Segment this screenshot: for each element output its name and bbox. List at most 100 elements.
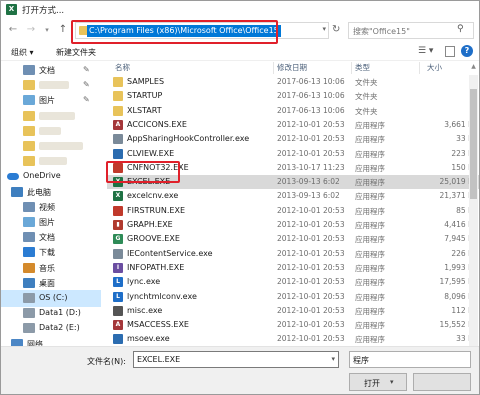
file-date: 2017-06-13 10:06 [277,105,345,115]
file-row[interactable]: misc.exe 2012-10-01 20:53 应用程序 112 K [107,304,479,318]
music-folder-icon [23,262,35,273]
file-row[interactable]: G GROOVE.EXE 2012-10-01 20:53 应用程序 7,945 K [107,232,479,246]
redacted-label [39,81,69,90]
sidebar-item[interactable]: 网络 [1,336,101,346]
column-divider[interactable] [419,62,420,74]
file-row[interactable]: SAMPLES 2017-06-13 10:06 文件夹 [107,75,479,89]
column-divider[interactable] [273,62,274,74]
folder-icon [23,141,35,151]
forward-arrow-icon[interactable]: → [25,24,37,36]
column-header-type[interactable]: 类型 [355,62,370,75]
network-icon [11,338,23,346]
open-button[interactable]: 打开 ▾ [349,373,407,391]
file-row[interactable]: I INFOPATH.EXE 2012-10-01 20:53 应用程序 1,993 K [107,261,479,275]
filename-field[interactable]: EXCEL.EXE ▾ [133,351,339,368]
file-row[interactable]: ▮ GRAPH.EXE 2012-10-01 20:53 应用程序 4,416 K [107,218,479,232]
chevron-down-icon[interactable]: ▾ [390,378,394,386]
file-row[interactable]: X EXCEL.EXE 2013-09-13 6:02 应用程序 25,019 K [107,175,479,189]
sidebar-item-label: 音乐 [39,263,55,273]
file-type-value: 程序 [353,356,369,365]
file-date: 2013-10-17 11:23 [277,162,345,172]
filename-value[interactable]: EXCEL.EXE [137,355,180,364]
file-row[interactable]: IEContentService.exe 2012-10-01 20:53 应用程序… [107,247,479,261]
file-row[interactable]: CNFNOT32.EXE 2013-10-17 11:23 应用程序 150 K [107,161,479,175]
sidebar-item-label: 网络 [27,339,43,346]
chevron-down-icon[interactable]: ▾ [331,355,335,363]
file-name: AppSharingHookController.exe [127,134,250,144]
column-header-date[interactable]: 修改日期 [277,62,307,75]
file-row[interactable]: A MSACCESS.EXE 2012-10-01 20:53 应用程序 15,552 … [107,318,479,332]
file-row[interactable]: Xexcelcnv.exe 2013-09-13 6:02 应用程序 21,371 K [107,189,479,203]
up-arrow-icon[interactable]: ↑ [57,24,69,36]
column-divider[interactable] [351,62,352,74]
file-date: 2017-06-13 10:06 [277,77,345,86]
file-type-select[interactable]: 程序 [349,351,471,368]
videos-folder-icon [23,201,35,212]
file-date: 2012-10-01 20:53 [277,205,345,215]
file-date: 2012-10-01 20:53 [277,277,345,287]
recent-locations-chevron-icon[interactable]: ▾ [41,24,53,36]
folder-icon [113,105,123,116]
file-row[interactable]: CLVIEW.EXE 2012-10-01 20:53 应用程序 223 K [107,147,479,161]
dialog-footer: 文件名(N): EXCEL.EXE ▾ 程序 打开 ▾ [1,346,479,394]
folder-icon [23,110,35,121]
scroll-up-arrow-icon[interactable]: ▲ [469,63,478,73]
column-header-name[interactable]: 名称 [115,62,130,75]
navigation-pane: 文档 ✎ ✎ 图片 ✎ OneDrive 此电脑 视频 图片 文档 下载 音乐 桌面 OS (C:) Dat… [1,62,101,346]
folder-icon [23,80,35,91]
pin-icon[interactable]: ✎ [83,95,90,104]
groove-icon: G [113,234,123,245]
sidebar-item-label: Data2 (E:) [39,323,80,333]
file-row[interactable]: Llynchtmlconv.exe 2012-10-01 20:53 应用程序 8,0… [107,290,479,304]
file-size: 17,595 K [439,277,473,287]
column-header-size[interactable]: 大小 [427,62,442,75]
back-arrow-icon[interactable]: ← [7,24,19,36]
file-date: 2012-10-01 20:53 [277,234,345,244]
preview-pane-icon[interactable] [445,46,455,57]
organize-button[interactable]: 组织 ▾ [11,47,34,58]
file-type: 文件夹 [355,106,378,116]
file-type: 应用程序 [355,178,385,188]
scrollbar-thumb[interactable] [470,89,477,199]
file-row[interactable]: AppSharingHookController.exe 2012-10-01 2… [107,132,479,146]
file-row[interactable]: STARTUP 2017-06-13 10:06 文件夹 [107,89,479,103]
file-row[interactable]: A ACCICONS.EXE 2012-10-01 20:53 应用程序 3,661 K [107,118,479,132]
sidebar-item-label: 桌面 [39,278,55,288]
file-type: 应用程序 [355,221,385,230]
view-options-icon[interactable]: ☰ ▾ [418,46,440,58]
file-size: 25,019 K [439,177,473,187]
file-type: 应用程序 [355,235,385,245]
file-row[interactable]: Llync.exe 2012-10-01 20:53 应用程序 17,595 K [107,275,479,289]
address-path[interactable]: C:\Program Files (x86)\Microsoft Office\… [87,25,281,37]
sidebar-item-label: 文档 [39,66,55,75]
folder-icon [23,125,35,136]
search-input[interactable]: 搜索"Office15" ⚲ [348,22,474,39]
file-name: GROOVE.EXE [127,234,180,244]
sidebar-item-label: OS (C:) [39,293,68,302]
folder-icon [113,91,123,102]
file-name: EXCEL.EXE [127,177,171,187]
chevron-down-icon[interactable]: ▾ [322,25,326,33]
file-name: XLSTART [127,105,162,115]
refresh-icon[interactable]: ↻ [332,24,344,36]
pictures-folder-icon [23,95,35,106]
pin-icon[interactable]: ✎ [83,65,90,74]
search-placeholder: 搜索"Office15" [353,27,410,36]
exe-icon [113,134,123,145]
cancel-button[interactable] [413,373,471,391]
drive-icon [23,293,35,303]
file-type: 应用程序 [355,321,385,331]
address-bar[interactable]: C:\Program Files (x86)\Microsoft Office\… [75,22,329,39]
filename-label: 文件名(N): [87,357,126,366]
file-row[interactable]: msoev.exe 2012-10-01 20:53 应用程序 33 K [107,332,479,346]
file-date: 2012-10-01 20:53 [277,134,345,144]
file-row[interactable]: FIRSTRUN.EXE 2012-10-01 20:53 应用程序 85 K [107,204,479,218]
help-icon[interactable]: ? [461,45,473,57]
sidebar-item-label: 图片 [39,218,55,227]
vertical-scrollbar[interactable] [469,75,478,346]
file-name: IEContentService.exe [127,248,213,258]
new-folder-button[interactable]: 新建文件夹 [56,47,96,58]
file-name: msoev.exe [127,334,170,344]
file-row[interactable]: XLSTART 2017-06-13 10:06 文件夹 [107,104,479,118]
pin-icon[interactable]: ✎ [83,80,90,89]
